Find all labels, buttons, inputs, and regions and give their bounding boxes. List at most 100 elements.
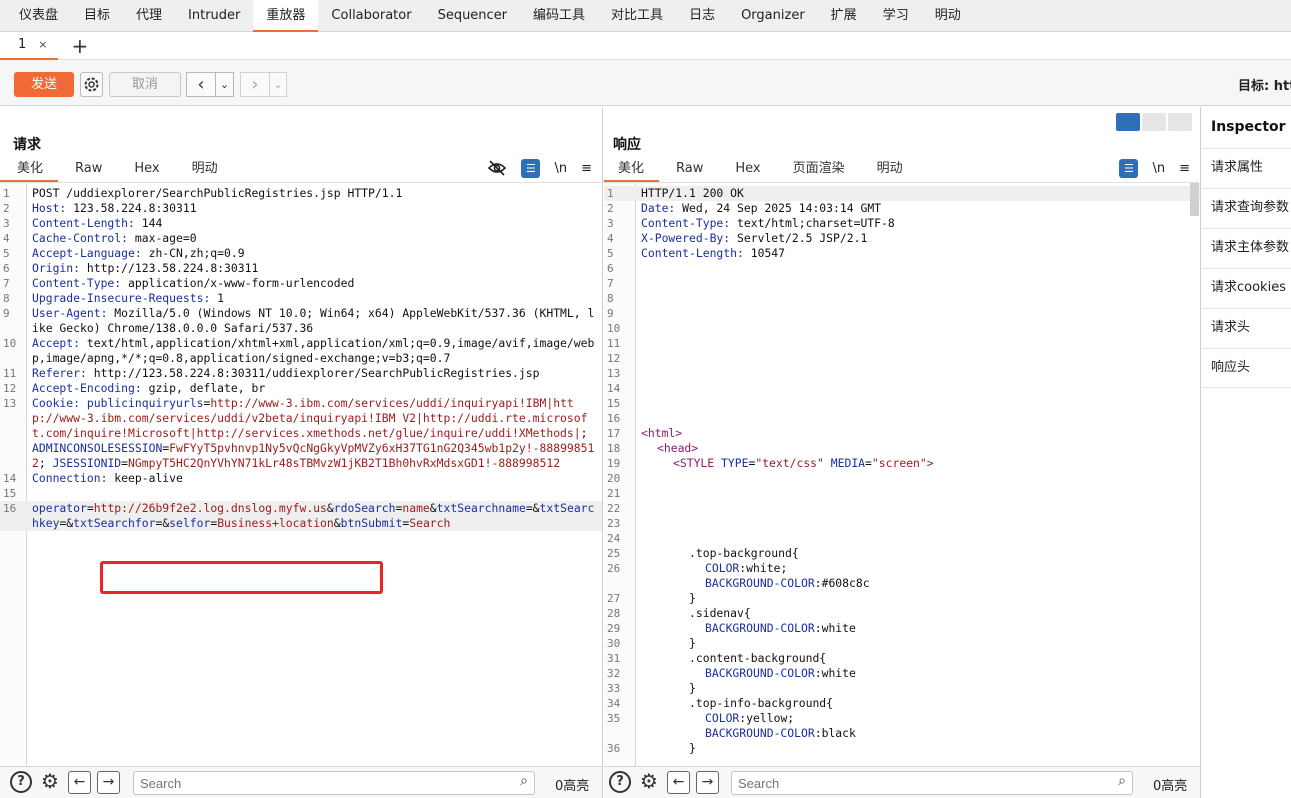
wrap-lines-icon[interactable]: ☰ bbox=[521, 158, 541, 178]
response-editor[interactable]: 1 HTTP/1.1 200 OK 2 Date: Wed, 24 Sep 2025 … bbox=[604, 182, 1200, 766]
line-code: BACKGROUND-COLOR:black bbox=[636, 726, 1200, 741]
scrollbar-thumb[interactable] bbox=[1190, 183, 1199, 216]
line-code: COLOR:white; bbox=[636, 561, 1200, 576]
response-line: 16 bbox=[604, 411, 1200, 426]
hide-icon[interactable] bbox=[487, 159, 507, 177]
tab-mingdong[interactable]: 明动 bbox=[860, 157, 918, 182]
html-tag: > bbox=[926, 456, 934, 470]
response-line: 33} bbox=[604, 681, 1200, 696]
nav-intruder[interactable]: Intruder bbox=[175, 0, 253, 32]
inspector-request-attributes[interactable]: 请求属性 bbox=[1201, 148, 1291, 188]
line-code: <html> bbox=[636, 426, 1200, 441]
gear-icon[interactable]: ⚙ bbox=[39, 771, 61, 793]
wrap-lines-icon[interactable]: ☰ bbox=[1119, 158, 1139, 178]
nav-learn[interactable]: 学习 bbox=[870, 0, 922, 32]
menu-icon[interactable]: ≡ bbox=[581, 161, 592, 176]
inspector-body-params[interactable]: 请求主体参数 bbox=[1201, 228, 1291, 268]
line-number bbox=[604, 576, 636, 591]
layout-side-by-side-icon[interactable] bbox=[1116, 113, 1140, 131]
line-code: .top-info-background{ bbox=[636, 696, 1200, 711]
back-button[interactable]: ‹ bbox=[186, 72, 216, 97]
response-search[interactable]: ⌕ bbox=[731, 771, 1133, 795]
response-line: 18 <head> bbox=[604, 441, 1200, 456]
tab-render[interactable]: 页面渲染 bbox=[776, 157, 860, 182]
line-code: } bbox=[636, 681, 1200, 696]
help-icon[interactable]: ? bbox=[10, 771, 32, 793]
response-line: 32 BACKGROUND-COLOR:white bbox=[604, 666, 1200, 681]
inspector-panel: Inspector 请求属性 请求查询参数 请求主体参数 请求cookies 请… bbox=[1201, 107, 1291, 798]
back-history-dropdown[interactable]: ⌄ bbox=[215, 72, 234, 97]
nav-mingdong[interactable]: 明动 bbox=[922, 0, 974, 32]
nav-target[interactable]: 目标 bbox=[71, 0, 123, 32]
response-bottom-bar: ? ⚙ ← → ⌕ 0高亮 bbox=[604, 766, 1200, 798]
nav-decoder[interactable]: 编码工具 bbox=[520, 0, 598, 32]
request-editor[interactable]: 1 POST /uddiexplorer/SearchPublicRegistri… bbox=[0, 182, 602, 766]
request-line: 5 Accept-Language: zh-CN,zh;q=0.9 bbox=[0, 246, 602, 261]
inspector-response-headers[interactable]: 响应头 bbox=[1201, 348, 1291, 388]
ampersand: & bbox=[532, 501, 540, 515]
css-value: white; bbox=[746, 561, 788, 575]
line-code: User-Agent: Mozilla/5.0 (Windows NT 10.0… bbox=[27, 306, 602, 336]
layout-single-icon[interactable] bbox=[1168, 113, 1192, 131]
tab-mingdong[interactable]: 明动 bbox=[175, 157, 233, 182]
send-button[interactable]: 发送 bbox=[14, 72, 74, 97]
equals: = bbox=[525, 501, 533, 515]
nav-sequencer[interactable]: Sequencer bbox=[425, 0, 520, 32]
tab-pretty[interactable]: 美化 bbox=[0, 157, 59, 182]
request-search[interactable]: ⌕ bbox=[133, 771, 535, 795]
nav-logger[interactable]: 日志 bbox=[676, 0, 728, 32]
response-line: 19 <STYLE TYPE="text/css" MEDIA="screen"> bbox=[604, 456, 1200, 471]
add-tab-icon[interactable]: + bbox=[72, 36, 89, 56]
next-match-button[interactable]: → bbox=[696, 771, 719, 794]
header-value: application/x-www-form-urlencoded bbox=[121, 276, 355, 290]
gear-icon[interactable]: ⚙ bbox=[638, 771, 660, 793]
forward-button[interactable]: › bbox=[240, 72, 270, 97]
newline-icon[interactable]: \n bbox=[554, 161, 567, 176]
forward-history-dropdown[interactable]: ⌄ bbox=[269, 72, 287, 97]
newline-icon[interactable]: \n bbox=[1152, 161, 1165, 176]
tab-raw[interactable]: Raw bbox=[58, 157, 117, 182]
request-line: 8 Upgrade-Insecure-Requests: 1 bbox=[0, 291, 602, 306]
response-line: 26 COLOR:white; bbox=[604, 561, 1200, 576]
response-line: 8 bbox=[604, 291, 1200, 306]
cancel-button[interactable]: 取消 bbox=[109, 72, 181, 97]
previous-match-button[interactable]: ← bbox=[667, 771, 690, 794]
line-code: BACKGROUND-COLOR:white bbox=[636, 621, 1200, 636]
nav-comparer[interactable]: 对比工具 bbox=[598, 0, 676, 32]
close-icon[interactable]: × bbox=[38, 38, 47, 51]
gear-icon bbox=[84, 77, 99, 92]
next-match-button[interactable]: → bbox=[97, 771, 120, 794]
css-selector: } bbox=[689, 681, 696, 695]
inspector-cookies[interactable]: 请求cookies bbox=[1201, 268, 1291, 308]
request-line: 13 Cookie: publicinquiryurls=http://www-3… bbox=[0, 396, 602, 471]
layout-stacked-icon[interactable] bbox=[1142, 113, 1166, 131]
nav-dashboard[interactable]: 仪表盘 bbox=[6, 0, 71, 32]
target-label[interactable]: 目标: htt bbox=[1238, 75, 1291, 94]
nav-collaborator[interactable]: Collaborator bbox=[318, 0, 424, 32]
request-line-text: POST /uddiexplorer/SearchPublicRegistrie… bbox=[32, 186, 403, 200]
inspector-title: Inspector bbox=[1211, 119, 1286, 135]
line-number: 25 bbox=[607, 547, 621, 560]
tab-pretty[interactable]: 美化 bbox=[604, 157, 660, 182]
tab-hex[interactable]: Hex bbox=[718, 157, 775, 182]
previous-match-button[interactable]: ← bbox=[68, 771, 91, 794]
nav-extensions[interactable]: 扩展 bbox=[818, 0, 870, 32]
line-code: Upgrade-Insecure-Requests: 1 bbox=[27, 291, 602, 306]
help-icon[interactable]: ? bbox=[609, 771, 631, 793]
tab-raw[interactable]: Raw bbox=[659, 157, 718, 182]
nav-repeater[interactable]: 重放器 bbox=[253, 0, 319, 32]
settings-gear-button[interactable] bbox=[80, 72, 103, 97]
repeater-tab-1[interactable]: 1 × bbox=[0, 32, 58, 60]
nav-proxy[interactable]: 代理 bbox=[123, 0, 175, 32]
inspector-request-headers[interactable]: 请求头 bbox=[1201, 308, 1291, 348]
search-input[interactable] bbox=[732, 772, 1072, 794]
inspector-query-params[interactable]: 请求查询参数 bbox=[1201, 188, 1291, 228]
equals: = bbox=[86, 501, 94, 515]
search-input[interactable] bbox=[134, 772, 474, 794]
response-line: BACKGROUND-COLOR:black bbox=[604, 726, 1200, 741]
line-code: Host: 123.58.224.8:30311 bbox=[27, 201, 602, 216]
nav-organizer[interactable]: Organizer bbox=[728, 0, 818, 32]
tab-hex[interactable]: Hex bbox=[117, 157, 174, 182]
menu-icon[interactable]: ≡ bbox=[1179, 161, 1190, 176]
